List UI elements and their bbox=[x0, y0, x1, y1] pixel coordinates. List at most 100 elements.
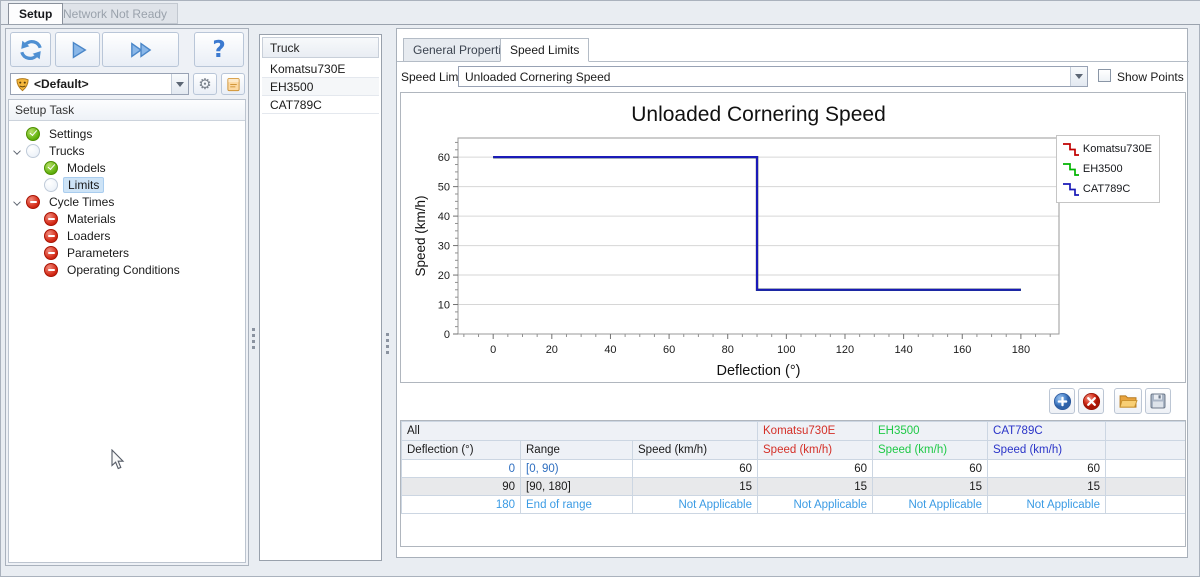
check-circle-icon bbox=[26, 126, 40, 141]
tab-setup[interactable]: Setup bbox=[8, 3, 64, 24]
truck-list-header: Truck bbox=[262, 37, 379, 58]
app-window: Setup Network Not Ready ? <Default> ⚙ Se… bbox=[0, 0, 1200, 577]
svg-text:Unloaded Cornering Speed: Unloaded Cornering Speed bbox=[631, 103, 886, 126]
run-all-button[interactable] bbox=[102, 32, 179, 67]
group-header-empty bbox=[1105, 421, 1185, 441]
cell-speed-all[interactable]: Not Applicable bbox=[631, 495, 759, 514]
refresh-icon bbox=[19, 39, 42, 60]
cell-deflection[interactable]: 180 bbox=[401, 495, 521, 514]
note-icon bbox=[226, 77, 240, 91]
blocked-circle-icon bbox=[44, 228, 58, 243]
cell-speed-komatsu[interactable]: Not Applicable bbox=[757, 495, 874, 514]
truck-row-cat789c[interactable]: CAT789C bbox=[262, 96, 379, 114]
cell-speed-komatsu[interactable]: 60 bbox=[757, 459, 874, 478]
profile-select[interactable]: <Default> bbox=[10, 73, 189, 95]
blocked-circle-icon bbox=[44, 211, 58, 226]
tab-speed-limits[interactable]: Speed Limits bbox=[500, 38, 590, 62]
cell-speed-cat789c[interactable]: 15 bbox=[987, 477, 1107, 496]
cell-deflection[interactable]: 90 bbox=[401, 477, 521, 496]
cell-deflection[interactable]: 0 bbox=[401, 459, 521, 478]
cell-speed-all[interactable]: 60 bbox=[631, 459, 759, 478]
col-header-speed-eh3500: Speed (km/h) bbox=[872, 440, 989, 460]
tree-item-operating-conditions[interactable]: Operating Conditions bbox=[9, 261, 245, 278]
tree-item-materials[interactable]: Materials bbox=[9, 210, 245, 227]
window-tabstrip: Setup Network Not Ready bbox=[1, 1, 1200, 24]
delete-icon bbox=[1082, 392, 1100, 410]
cell-speed-all[interactable]: 15 bbox=[631, 477, 759, 496]
table-row: 90 [90, 180] 15 15 15 15 bbox=[401, 477, 1185, 496]
setup-task-tree: Settings Trucks Models Limits Cycle Time… bbox=[9, 121, 245, 278]
chevron-down-icon bbox=[1075, 74, 1083, 79]
tree-item-loaders[interactable]: Loaders bbox=[9, 227, 245, 244]
group-header-all: All bbox=[401, 421, 759, 441]
gear-icon: ⚙ bbox=[198, 74, 212, 93]
cell-speed-eh3500[interactable]: 60 bbox=[872, 459, 989, 478]
chevron-expanded-icon[interactable] bbox=[13, 198, 21, 206]
cell-range[interactable]: End of range bbox=[520, 495, 633, 514]
cell-speed-komatsu[interactable]: 15 bbox=[757, 477, 874, 496]
add-row-button[interactable] bbox=[1049, 388, 1075, 414]
svg-text:0: 0 bbox=[444, 329, 450, 341]
add-icon bbox=[1053, 392, 1071, 410]
svg-text:40: 40 bbox=[604, 344, 616, 356]
blocked-circle-icon bbox=[44, 245, 58, 260]
cell-range[interactable]: [90, 180] bbox=[520, 477, 633, 496]
refresh-button[interactable] bbox=[10, 32, 51, 67]
table-row: 0 [0, 90) 60 60 60 60 bbox=[401, 459, 1185, 478]
profile-selected-value: <Default> bbox=[34, 77, 89, 91]
svg-text:20: 20 bbox=[438, 270, 450, 282]
svg-text:80: 80 bbox=[722, 344, 734, 356]
show-points-label: Show Points bbox=[1117, 70, 1184, 84]
splitter-grip bbox=[252, 328, 255, 352]
truck-row-eh3500[interactable]: EH3500 bbox=[262, 78, 379, 96]
setup-sidebar: ? <Default> ⚙ Setup Task Settings Trucks… bbox=[5, 28, 249, 566]
cell-speed-eh3500[interactable]: 15 bbox=[872, 477, 989, 496]
tree-item-trucks[interactable]: Trucks bbox=[9, 142, 245, 159]
tabstrip-divider bbox=[1, 24, 1200, 25]
legend-label: CAT789C bbox=[1082, 183, 1131, 195]
col-header-empty bbox=[1105, 440, 1185, 460]
legend-entry: Komatsu730E bbox=[1062, 139, 1152, 159]
speed-limit-select[interactable]: Unloaded Cornering Speed bbox=[458, 66, 1088, 87]
truck-row-komatsu730e[interactable]: Komatsu730E bbox=[262, 60, 379, 78]
cell-speed-cat789c[interactable]: 60 bbox=[987, 459, 1107, 478]
svg-text:60: 60 bbox=[663, 344, 675, 356]
cell-speed-eh3500[interactable]: Not Applicable bbox=[872, 495, 989, 514]
step-line-icon bbox=[1062, 163, 1079, 176]
svg-text:180: 180 bbox=[1012, 344, 1030, 356]
chevron-down-icon bbox=[176, 81, 184, 87]
mask-icon bbox=[16, 77, 29, 91]
chevron-expanded-icon[interactable] bbox=[13, 147, 21, 155]
svg-text:140: 140 bbox=[894, 344, 912, 356]
delete-row-button[interactable] bbox=[1078, 388, 1104, 414]
group-header-cat789c: CAT789C bbox=[987, 421, 1107, 441]
col-header-range: Range bbox=[520, 440, 633, 460]
table-group-header-row: All Komatsu730E EH3500 CAT789C bbox=[401, 421, 1185, 441]
cell-range[interactable]: [0, 90) bbox=[520, 459, 633, 478]
blocked-circle-icon bbox=[44, 262, 58, 277]
open-folder-icon bbox=[1118, 394, 1138, 408]
speed-limit-dropdown-arrow[interactable] bbox=[1070, 67, 1087, 86]
save-button[interactable] bbox=[1145, 388, 1171, 414]
show-points-checkbox[interactable] bbox=[1098, 69, 1111, 82]
step-line-icon bbox=[1062, 183, 1079, 196]
settings-button[interactable]: ⚙ bbox=[193, 73, 217, 95]
tree-item-cycle-times[interactable]: Cycle Times bbox=[9, 193, 245, 210]
tree-item-limits[interactable]: Limits bbox=[9, 176, 245, 193]
help-button[interactable]: ? bbox=[194, 32, 244, 67]
profile-dropdown-arrow[interactable] bbox=[171, 74, 188, 94]
svg-text:20: 20 bbox=[546, 344, 558, 356]
tab-network-not-ready[interactable]: Network Not Ready bbox=[52, 3, 179, 24]
open-button[interactable] bbox=[1114, 388, 1142, 414]
notes-button[interactable] bbox=[221, 73, 245, 95]
col-header-deflection: Deflection (°) bbox=[401, 440, 521, 460]
run-button[interactable] bbox=[55, 32, 100, 67]
tree-item-models[interactable]: Models bbox=[9, 159, 245, 176]
splitter-left[interactable] bbox=[250, 28, 258, 566]
cell-speed-cat789c[interactable]: Not Applicable bbox=[987, 495, 1107, 514]
tree-item-settings[interactable]: Settings bbox=[9, 125, 245, 142]
tree-item-parameters[interactable]: Parameters bbox=[9, 244, 245, 261]
splitter-right[interactable] bbox=[384, 28, 392, 566]
empty-circle-icon bbox=[26, 143, 40, 158]
speed-chart: 0 20 40 60 80 100 120 140 160 180 0 10 20 30 40 50 60 Unl… bbox=[400, 92, 1186, 383]
